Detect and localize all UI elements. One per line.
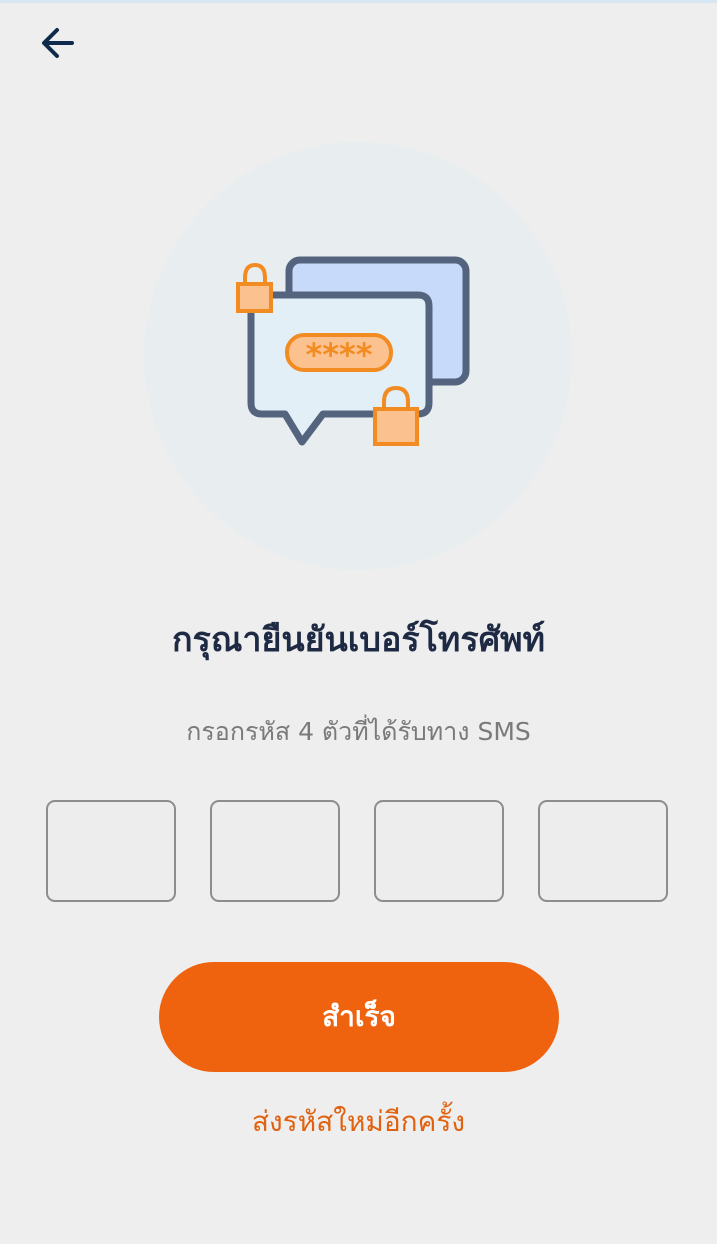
otp-digit-2-input[interactable] <box>210 800 340 902</box>
otp-digit-1-input[interactable] <box>46 800 176 902</box>
otp-digit-3-input[interactable] <box>374 800 504 902</box>
otp-digit-4-input[interactable] <box>538 800 668 902</box>
page-title: กรุณายืนยันเบอร์โทรศัพท์ <box>171 620 546 660</box>
page-subtitle: กรอกรหัส 4 ตัวที่ได้รับทาง SMS <box>186 717 531 746</box>
submit-button[interactable]: สำเร็จ <box>159 962 559 1072</box>
otp-input-group <box>46 800 672 906</box>
lock-icon <box>236 262 273 313</box>
resend-code-link[interactable]: ส่งรหัสใหม่อีกครั้ง <box>0 1100 717 1144</box>
chat-bubbles-lock-password-icon: **** <box>236 256 470 446</box>
password-mask-text: **** <box>306 336 373 374</box>
